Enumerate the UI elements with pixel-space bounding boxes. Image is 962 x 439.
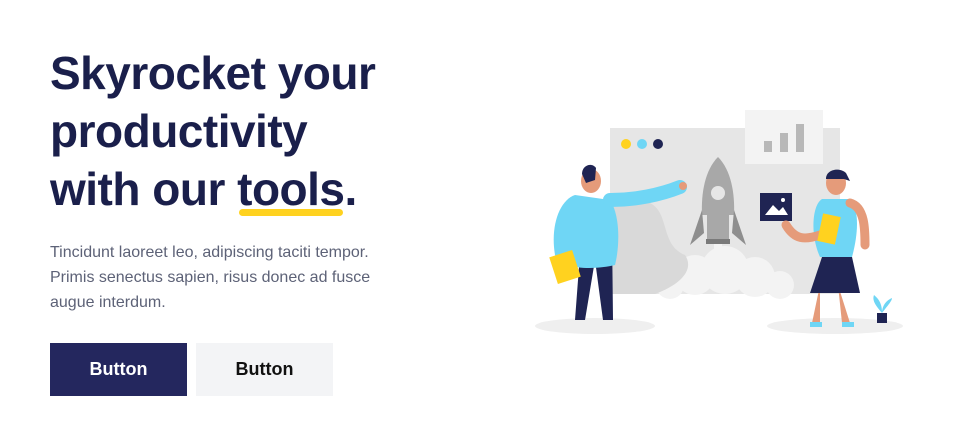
headline-highlight: tools [237, 160, 345, 218]
hero-subtitle: Tincidunt laoreet leo, adipiscing taciti… [50, 244, 371, 311]
secondary-button[interactable]: Button [196, 343, 333, 396]
headline-suffix: . [344, 163, 358, 215]
headline-line-2: productivity [50, 105, 308, 157]
headline-line-3: with our tools. [50, 160, 430, 218]
sun-icon [781, 198, 785, 202]
plant-icon [873, 295, 892, 323]
hero-headline: Skyrocket your productivity with our too… [50, 44, 430, 218]
headline-line-3-prefix: with our [50, 163, 238, 215]
image-card-icon [760, 193, 792, 221]
primary-button[interactable]: Button [50, 343, 187, 396]
window-dot-blue [637, 139, 647, 149]
window-dot-yellow [621, 139, 631, 149]
chart-bar-icon [796, 124, 804, 152]
chart-bar-icon [780, 133, 788, 152]
ground-shadow-left [535, 318, 655, 334]
hero-buttons: Button Button [50, 343, 333, 396]
headline-line-1: Skyrocket your [50, 47, 376, 99]
rocket-launch-illustration [535, 110, 903, 334]
chart-bar-icon [764, 141, 772, 152]
hero-text: Skyrocket your productivity with our too… [50, 44, 430, 315]
headline-highlight-text: tools [237, 163, 345, 215]
window-dot-navy [653, 139, 663, 149]
